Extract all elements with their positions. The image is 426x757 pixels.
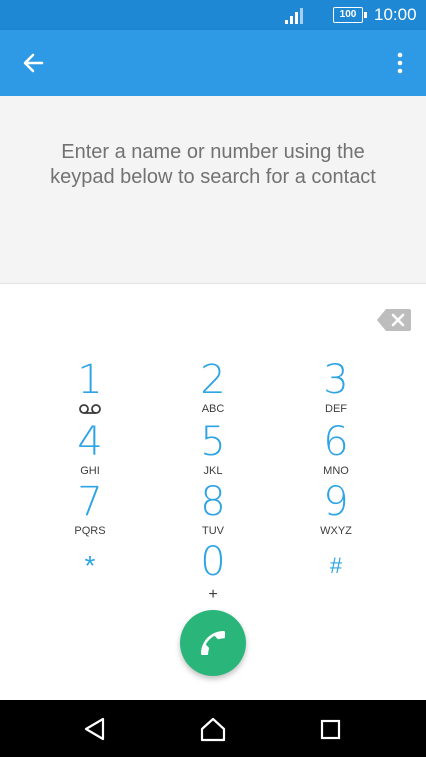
back-button[interactable] (14, 47, 52, 79)
dialpad-key-3[interactable]: 3 DEF (286, 358, 386, 416)
dialpad-key-star[interactable]: * (40, 540, 140, 598)
dialpad-key-4[interactable]: 4 GHI (40, 420, 140, 478)
key-digit: 5 (200, 419, 226, 465)
key-digit: 8 (200, 479, 226, 525)
search-hint: Enter a name or number using the keypad … (50, 141, 376, 188)
dialpad-key-9[interactable]: 9 WXYZ (286, 480, 386, 538)
dialpad-key-6[interactable]: 6 MNO (286, 420, 386, 478)
call-button[interactable] (180, 610, 246, 676)
nav-back-icon (84, 717, 105, 741)
key-letters: PQRS (74, 525, 106, 537)
key-letters: DEF (325, 403, 347, 415)
search-results-area: Enter a name or number using the keypad … (0, 96, 426, 284)
voicemail-icon (79, 404, 101, 414)
more-vertical-icon (397, 52, 403, 74)
key-letters: + (208, 586, 218, 603)
backspace-button[interactable] (376, 307, 412, 333)
key-letters: GHI (80, 465, 100, 477)
key-digit: 1 (77, 357, 103, 403)
nav-home-button[interactable] (198, 714, 228, 744)
key-digit: 3 (323, 357, 349, 403)
key-letters: ABC (201, 403, 225, 415)
key-digit: # (329, 553, 343, 578)
key-letters: JKL (203, 465, 223, 477)
backspace-icon (377, 309, 411, 331)
key-digit: 7 (77, 479, 103, 525)
key-letters: TUV (202, 525, 224, 537)
key-letters: WXYZ (320, 525, 352, 537)
signal-bars-icon (285, 8, 303, 24)
key-digit: 4 (77, 419, 103, 465)
app-bar (0, 30, 426, 96)
dialpad-key-5[interactable]: 5 JKL (163, 420, 263, 478)
key-digit: 0 (200, 539, 226, 585)
key-digit: 2 (200, 357, 226, 403)
dialpad-key-1[interactable]: 1 (40, 358, 140, 416)
battery-level: 100 (333, 7, 367, 23)
battery-icon: 100 (333, 7, 367, 23)
navigation-bar (0, 700, 426, 757)
key-digit: * (84, 550, 96, 581)
dialpad-key-8[interactable]: 8 TUV (163, 480, 263, 538)
phone-icon (201, 631, 225, 655)
nav-back-button[interactable] (80, 714, 110, 744)
more-options-button[interactable] (386, 47, 414, 79)
key-digit: 9 (323, 479, 349, 525)
nav-recents-button[interactable] (316, 714, 346, 744)
dialpad-key-0[interactable]: 0 + (163, 539, 263, 603)
dialpad-key-7[interactable]: 7 PQRS (40, 480, 140, 538)
key-digit: 6 (323, 419, 349, 465)
nav-home-icon (200, 717, 226, 742)
status-bar: 100 10:00 (0, 0, 426, 30)
arrow-back-icon (23, 53, 44, 73)
dialpad-key-2[interactable]: 2 ABC (163, 358, 263, 416)
key-letters: MNO (323, 465, 349, 477)
status-time: 10:00 (374, 5, 417, 24)
dialpad-key-hash[interactable]: # (286, 540, 386, 598)
nav-recents-icon (320, 719, 341, 740)
